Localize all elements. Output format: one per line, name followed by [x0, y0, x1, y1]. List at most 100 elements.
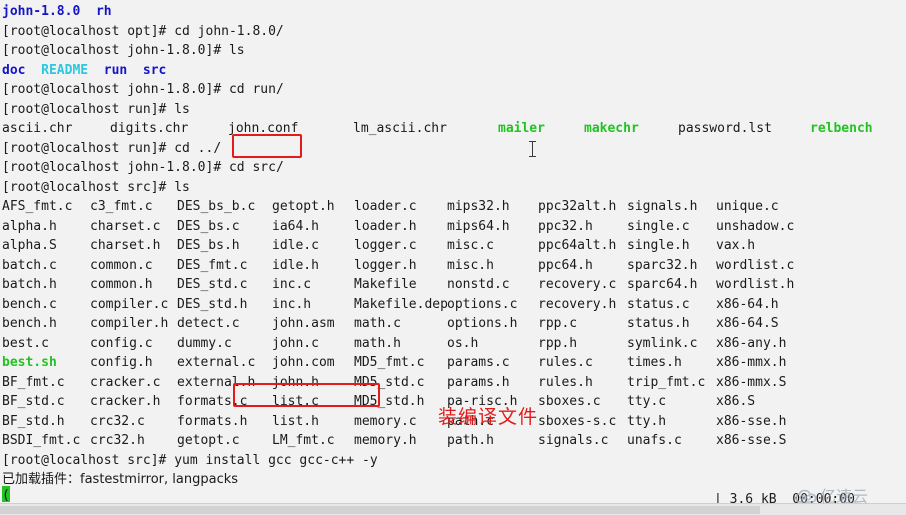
src-file-c3-r3: idle.h [272, 257, 319, 273]
src-file-c8-r2: vax.h [716, 238, 756, 253]
src-file-c0-r4: batch.h [2, 277, 57, 292]
src-file-c1-r7: config.c [90, 335, 153, 351]
src-file-c4-r5: Makefile.dep [354, 296, 448, 312]
src-file-c1-r11: crc32.c [90, 413, 145, 429]
dir-run: run [103, 62, 128, 78]
scrollbar-thumb[interactable] [0, 506, 760, 514]
src-file-c6-r2: ppc64alt.h [538, 238, 617, 253]
src-file-c6-r11: sboxes-s.c [538, 413, 617, 429]
terminal-line-prompt-ls-1: [root@localhost john-1.8.0]# ls [2, 41, 906, 61]
terminal-line-prompt-cd-up: [root@localhost run]# cd ../ [2, 139, 906, 159]
watermark-text: 亿速云 [820, 487, 869, 506]
src-file-c8-r9: x86-mmx.S [716, 374, 787, 390]
prompt-run: [root@localhost run]# [2, 101, 175, 117]
src-file-c1-r8: config.h [90, 355, 153, 370]
dir-rh: rh [95, 4, 112, 19]
src-file-c2-r6: detect.c [177, 316, 240, 331]
prompt-run-2: [root@localhost run]# [2, 140, 175, 156]
src-file-c1-r12: crc32.h [90, 433, 145, 448]
command-cd-src: cd src/ [228, 160, 284, 175]
run-file-5: makechr [584, 121, 639, 136]
command-cd-up: cd ../ [174, 140, 222, 156]
src-file-c4-r1: loader.h [354, 218, 417, 234]
src-file-c6-r3: ppc64.h [538, 257, 593, 273]
run-file-3: lm_ascii.chr [353, 121, 447, 136]
src-file-c2-r7: dummy.c [177, 335, 232, 351]
src-file-c1-r10: cracker.h [90, 394, 161, 409]
src-file-c3-r9: john.h [272, 374, 319, 390]
src-file-c8-r12: x86-sse.S [716, 433, 787, 448]
src-file-c1-r0: c3_fmt.c [90, 199, 153, 214]
command-ls-3: ls [174, 179, 190, 195]
src-file-c2-r4: DES_std.c [177, 277, 248, 292]
src-file-c5-r5: options.c [447, 296, 518, 312]
yum-prefix: yum install [174, 452, 269, 468]
prompt-john: [root@localhost john-1.8.0]# [2, 43, 229, 58]
src-file-c8-r1: unshadow.c [716, 218, 795, 234]
src-file-c1-r2: charset.h [90, 238, 161, 253]
terminal-line-yum-install: [root@localhost src]# yum install gcc gc… [2, 451, 906, 471]
src-file-c5-r4: nonstd.c [447, 277, 510, 292]
src-file-c4-r0: loader.c [354, 199, 417, 214]
src-file-c0-r1: alpha.h [2, 218, 57, 234]
terminal-block-cursor: ( [2, 486, 10, 503]
src-file-c4-r4: Makefile [354, 277, 417, 292]
yum-packages: gcc gcc-c++ -y [268, 452, 378, 468]
mouse-ibeam-cursor [528, 140, 537, 158]
run-file-2: john.conf [228, 121, 299, 136]
src-file-c5-r7: os.h [447, 335, 479, 351]
prompt-john-2: [root@localhost john-1.8.0]# [2, 82, 229, 97]
src-file-c2-r8: external.c [177, 355, 256, 370]
src-file-c8-r4: wordlist.h [716, 277, 795, 292]
command-ls-1: ls [228, 43, 245, 58]
src-file-c6-r10: sboxes.c [538, 394, 601, 409]
bottom-scrollbar[interactable] [0, 503, 906, 515]
dir-john: john-1.8.0 [2, 4, 81, 19]
terminal-screenshot: john-1.8.0 rh [root@localhost opt]# cd j… [0, 0, 906, 515]
src-file-c8-r0: unique.c [716, 199, 779, 214]
src-file-c5-r9: params.h [447, 374, 510, 390]
src-file-c3-r0: getopt.h [272, 199, 335, 214]
terminal-line-dir-listing: john-1.8.0 rh [2, 2, 906, 22]
src-file-c7-r5: status.c [627, 296, 690, 312]
run-file-6: password.lst [678, 121, 772, 136]
src-file-c0-r8: best.sh [2, 355, 57, 370]
src-file-c7-r2: single.h [627, 238, 690, 253]
src-file-c0-r12: BSDI_fmt.c [2, 433, 81, 448]
src-file-c7-r4: sparc64.h [627, 277, 698, 292]
src-file-c0-r10: BF_std.c [2, 394, 65, 409]
src-file-c4-r3: logger.h [354, 257, 417, 273]
src-file-c2-r10: formats.c [177, 394, 248, 409]
terminal-line-prompt-cd-run: [root@localhost john-1.8.0]# cd run/ [2, 80, 906, 100]
src-file-c5-r8: params.c [447, 355, 510, 370]
command-cd-run: cd run/ [228, 82, 284, 97]
src-file-c4-r8: MD5_fmt.c [354, 355, 425, 370]
prompt-opt: [root@localhost opt]# [2, 23, 175, 39]
src-file-c7-r10: tty.c [627, 394, 667, 409]
src-file-c1-r4: common.h [90, 277, 153, 292]
src-file-c5-r0: mips32.h [447, 199, 510, 214]
terminal-line-plugins-loaded: 已加载插件：fastestmirror, langpacks [2, 472, 239, 487]
src-file-c1-r5: compiler.c [90, 296, 169, 312]
src-file-c2-r2: DES_bs.h [177, 238, 240, 253]
src-file-c1-r1: charset.c [90, 218, 161, 234]
src-file-c6-r8: rules.c [538, 355, 593, 370]
src-file-c6-r12: signals.c [538, 433, 609, 448]
src-file-c1-r3: common.c [90, 257, 153, 273]
src-file-c5-r3: misc.h [447, 257, 494, 273]
src-file-c2-r12: getopt.c [177, 433, 240, 448]
src-file-c3-r11: list.h [272, 413, 319, 429]
src-file-c2-r1: DES_bs.c [177, 218, 240, 234]
src-file-c8-r3: wordlist.c [716, 257, 795, 273]
src-file-c0-r6: bench.h [2, 316, 57, 331]
src-file-c0-r3: batch.c [2, 257, 57, 273]
src-file-c7-r0: signals.h [627, 199, 698, 214]
src-file-c7-r7: symlink.c [627, 335, 698, 351]
src-file-c8-r10: x86.S [716, 394, 756, 409]
src-file-c6-r6: rpp.c [538, 316, 578, 331]
src-file-c6-r1: ppc32.h [538, 218, 593, 234]
terminal-line-john-listing: doc README run src [2, 61, 906, 81]
src-file-c3-r2: idle.c [272, 238, 319, 253]
watermark: 亿速云 [795, 487, 868, 507]
src-file-c3-r4: inc.c [272, 277, 312, 292]
